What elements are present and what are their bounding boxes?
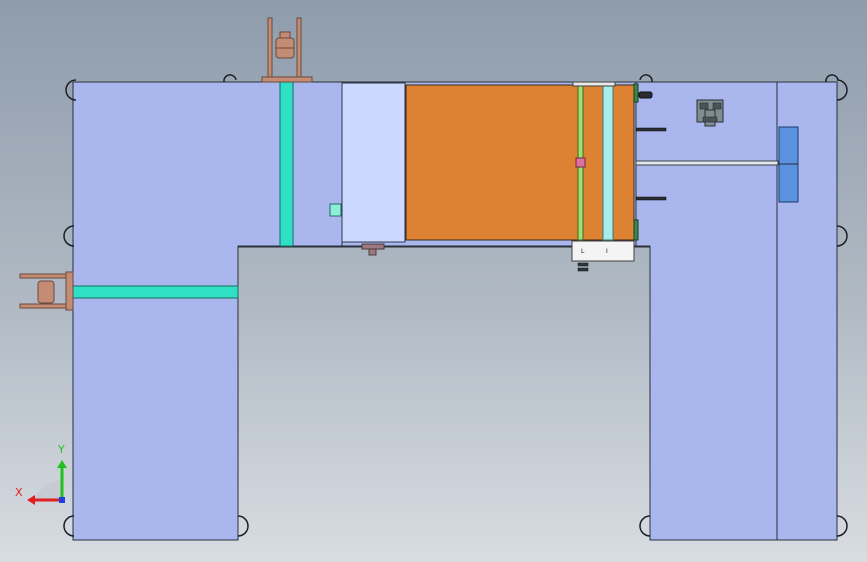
light-housing[interactable] [341,82,406,243]
svg-text:I: I [606,248,608,255]
assembly-top-view[interactable]: L I [0,0,867,562]
teal-rail-vertical[interactable] [279,81,294,247]
x-axis-label: X [15,486,23,499]
triad-base-shade [34,480,62,500]
spool-top[interactable] [261,17,313,83]
bottom-knob[interactable] [361,243,385,256]
y-axis-label: Y [58,443,65,456]
foot-bottom-right-inner [639,515,651,537]
foot-bottom-left-inner [237,515,249,537]
spool-left[interactable] [19,271,74,311]
bottom-bracket[interactable]: L I [571,240,635,272]
blue-actuator-plate[interactable] [778,126,799,203]
z-axis-marker [59,497,65,503]
frame-right-section [635,81,838,541]
foot-top-left-2 [223,74,237,83]
coordinate-triad [27,460,67,505]
cyan-roller[interactable] [602,84,614,241]
foot-top-mid [639,74,653,83]
teal-sensor-box[interactable] [329,203,342,217]
y-axis-arrowhead [57,460,67,468]
frame-left-u-section [72,81,343,541]
roller-caps [572,81,616,87]
motor-unit[interactable] [696,99,724,127]
foot-right-mid [836,225,848,247]
orange-panel[interactable] [405,84,635,241]
cad-viewport[interactable]: L I Y X [0,0,867,562]
x-axis-arrowhead [27,495,35,505]
foot-top-right [836,79,848,101]
teal-rail-horizontal[interactable] [72,285,239,299]
foot-top-right-2 [825,74,839,83]
foot-bottom-right [836,515,848,537]
